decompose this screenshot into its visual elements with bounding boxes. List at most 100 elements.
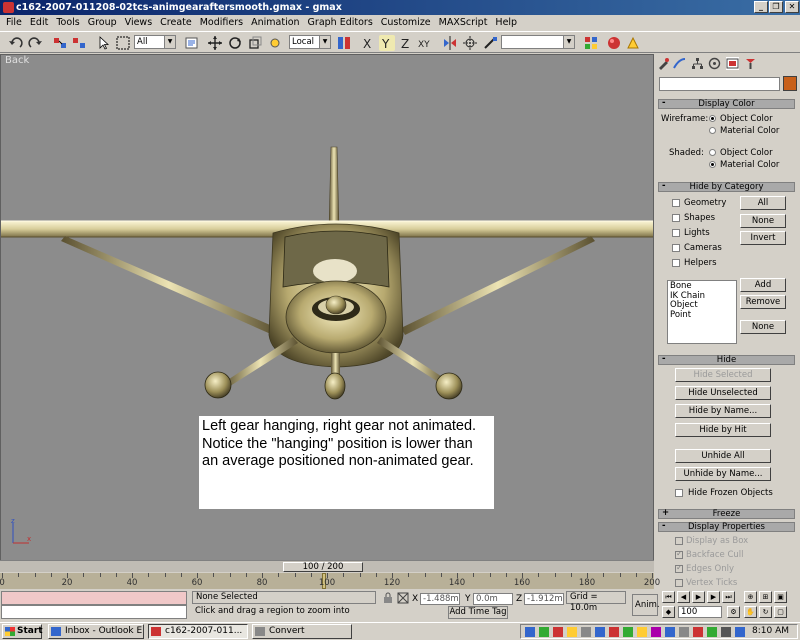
reference-coordinate-dropdown[interactable]: Local ▼ — [289, 35, 331, 49]
add-time-tag-button[interactable]: Add Time Tag — [448, 606, 508, 619]
motion-tab-icon[interactable] — [708, 57, 721, 70]
display-tab-icon[interactable] — [726, 57, 739, 70]
undo-icon[interactable] — [8, 35, 24, 51]
create-tab-icon[interactable] — [657, 57, 670, 70]
maximize-viewport-icon[interactable]: ▢ — [774, 606, 787, 618]
restrict-y-icon[interactable]: Y — [379, 35, 395, 51]
list-item[interactable]: Point — [670, 310, 734, 321]
time-slider-thumb[interactable]: 100 / 200 — [283, 562, 363, 572]
wireframe-object-color-radio[interactable] — [709, 115, 716, 122]
menu-tools[interactable]: Tools — [52, 17, 83, 28]
backface-cull-checkbox[interactable] — [675, 549, 683, 559]
region-select-icon[interactable] — [115, 35, 131, 51]
viewport-label[interactable]: Back — [5, 55, 29, 66]
hide-by-hit-button[interactable]: Hide by Hit — [675, 423, 771, 437]
hide-unselected-button[interactable]: Hide Unselected — [675, 386, 771, 400]
tray-icon[interactable] — [637, 627, 647, 637]
tray-icon[interactable] — [525, 627, 535, 637]
selection-filter-dropdown[interactable]: All ▼ — [134, 35, 176, 49]
geometry-checkbox[interactable] — [672, 199, 680, 207]
key-mode-icon[interactable]: ◆ — [662, 606, 675, 618]
object-name-field[interactable] — [659, 77, 780, 91]
tray-icon[interactable] — [553, 627, 563, 637]
tray-icon[interactable] — [735, 627, 745, 637]
hide-selected-button[interactable]: Hide Selected — [675, 368, 771, 382]
taskbar-item-outlook[interactable]: Inbox - Outlook E... — [48, 624, 144, 639]
minimize-button[interactable]: _ — [754, 1, 768, 13]
quick-render-icon[interactable] — [625, 35, 641, 51]
selection-lock-icon[interactable] — [382, 592, 394, 604]
tray-icon[interactable] — [693, 627, 703, 637]
category-none-button[interactable]: None — [740, 214, 786, 228]
play-icon[interactable]: ▶ — [692, 591, 705, 603]
taskbar-item-gmax[interactable]: c162-2007-011... — [148, 624, 248, 639]
restrict-xy-icon[interactable]: XY — [418, 35, 434, 51]
shaded-object-color-radio[interactable] — [709, 149, 716, 156]
tray-icon[interactable] — [581, 627, 591, 637]
menu-group[interactable]: Group — [84, 17, 121, 28]
maxscript-listener-line[interactable] — [1, 591, 187, 605]
rollout-hide[interactable]: - Hide — [658, 355, 795, 365]
goto-start-icon[interactable]: ⏮ — [662, 591, 675, 603]
select-manipulate-icon[interactable] — [267, 35, 283, 51]
category-all-button[interactable]: All — [740, 196, 786, 210]
category-remove-button[interactable]: Remove — [740, 295, 786, 309]
start-button[interactable]: Start — [2, 624, 43, 639]
tray-icon[interactable] — [707, 627, 717, 637]
arc-rotate-icon[interactable]: ↻ — [759, 606, 772, 618]
category-list[interactable]: Bone IK Chain Object Point — [667, 280, 737, 344]
close-button[interactable]: ✕ — [785, 1, 799, 13]
move-icon[interactable] — [207, 35, 223, 51]
previous-frame-icon[interactable]: ◀ — [677, 591, 690, 603]
select-object-icon[interactable] — [96, 35, 112, 51]
edges-only-checkbox[interactable] — [675, 563, 683, 573]
utilities-tab-icon[interactable] — [744, 57, 757, 70]
menu-edit[interactable]: Edit — [26, 17, 52, 28]
named-selection-icon[interactable] — [482, 35, 498, 51]
z-coordinate-field[interactable]: -1.912m — [524, 593, 564, 605]
menu-animation[interactable]: Animation — [247, 17, 303, 28]
tray-icon[interactable] — [679, 627, 689, 637]
animate-mode-button[interactable]: Anim. — [632, 594, 660, 616]
absolute-mode-icon[interactable] — [397, 592, 409, 604]
hide-by-name-button[interactable]: Hide by Name... — [675, 404, 771, 418]
menu-graph-editors[interactable]: Graph Editors — [304, 17, 377, 28]
time-config-icon[interactable]: ⚙ — [727, 606, 740, 618]
menu-modifiers[interactable]: Modifiers — [196, 17, 247, 28]
track-bar[interactable]: 0 20 40 60 80 100 120 140 160 180 200 — [0, 573, 660, 589]
rollout-display-properties[interactable]: - Display Properties — [658, 522, 795, 532]
taskbar-clock[interactable]: 8:10 AM — [752, 626, 789, 636]
zoom-icon[interactable]: ⊕ — [744, 591, 757, 603]
menu-views[interactable]: Views — [121, 17, 157, 28]
cameras-checkbox[interactable] — [672, 244, 680, 252]
tray-icon[interactable] — [665, 627, 675, 637]
restrict-z-icon[interactable]: Z — [398, 35, 414, 51]
object-color-swatch[interactable] — [783, 76, 797, 91]
modify-tab-icon[interactable] — [673, 57, 686, 70]
maxscript-input-line[interactable] — [1, 605, 187, 619]
tray-icon[interactable] — [567, 627, 577, 637]
viewport-back[interactable]: Back Left gear hanging, right gear not a… — [0, 54, 654, 564]
mirror-icon[interactable] — [442, 35, 458, 51]
unlink-icon[interactable] — [71, 35, 87, 51]
tray-icon[interactable] — [595, 627, 605, 637]
title-bar[interactable]: c162-2007-011208-02tcs-animgearaftersmoo… — [0, 0, 800, 15]
category-list-none-button[interactable]: None — [740, 320, 786, 334]
category-add-button[interactable]: Add — [740, 278, 786, 292]
restrict-x-icon[interactable]: X — [360, 35, 376, 51]
vertex-ticks-checkbox[interactable] — [675, 579, 683, 587]
scale-icon[interactable] — [247, 35, 263, 51]
time-slider[interactable]: 100 / 200 — [0, 560, 654, 572]
tray-icon[interactable] — [721, 627, 731, 637]
current-frame-field[interactable]: 100 — [678, 606, 722, 618]
unhide-all-button[interactable]: Unhide All — [675, 449, 771, 463]
menu-file[interactable]: File — [2, 17, 26, 28]
helpers-checkbox[interactable] — [672, 259, 680, 267]
unhide-by-name-button[interactable]: Unhide by Name... — [675, 467, 771, 481]
align-icon[interactable] — [462, 35, 478, 51]
redo-icon[interactable] — [27, 35, 43, 51]
tray-icon[interactable] — [609, 627, 619, 637]
rollout-hide-by-category[interactable]: - Hide by Category — [658, 182, 795, 192]
zoom-extents-icon[interactable]: ▣ — [774, 591, 787, 603]
menu-maxscript[interactable]: MAXScript — [435, 17, 492, 28]
